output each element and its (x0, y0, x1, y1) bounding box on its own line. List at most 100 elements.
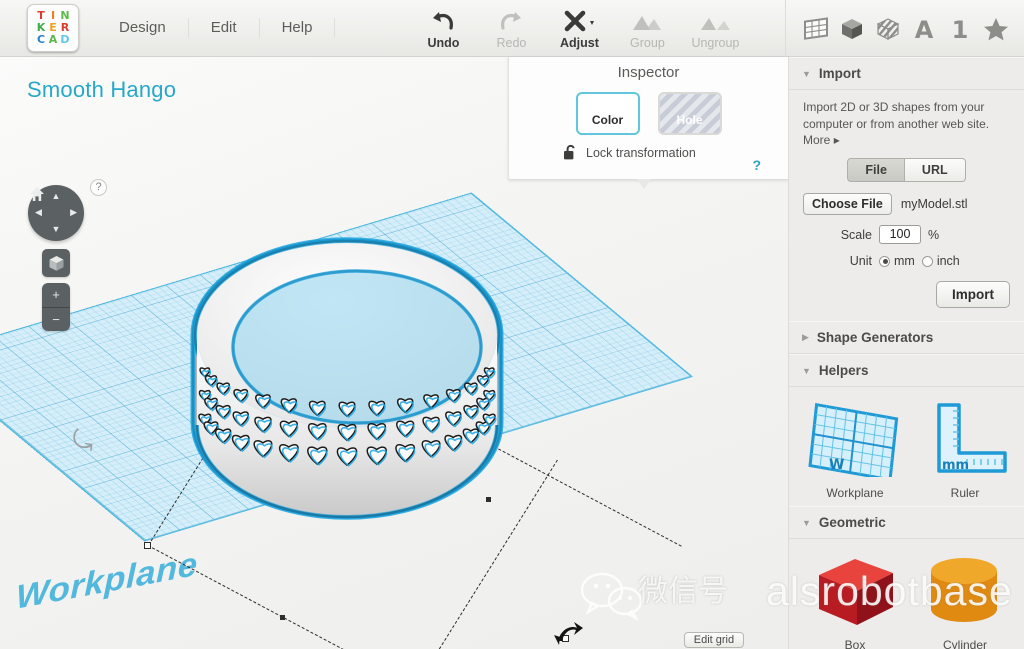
inspector-swatches: Color Hole (509, 92, 788, 135)
top-bar: TINKERCAD Design Edit Help Undo Redo Adjust G… (0, 0, 1024, 57)
section-header-import[interactable]: ▼ Import (789, 57, 1024, 90)
redo-label: Redo (496, 35, 527, 50)
redo-button[interactable]: Redo (477, 7, 545, 50)
number-one-icon[interactable]: 1 (942, 16, 978, 42)
hole-cube-icon[interactable] (870, 16, 906, 42)
helper-tile-ruler[interactable]: mm Ruler (917, 399, 1013, 500)
import-action-row: Import (803, 281, 1010, 308)
star-icon[interactable] (978, 16, 1014, 42)
tinkercad-logo[interactable]: TINKERCAD (27, 4, 79, 52)
tab-file[interactable]: File (847, 158, 905, 182)
menu-design[interactable]: Design (93, 18, 189, 38)
unit-label: Unit (849, 254, 872, 268)
solid-cube-icon[interactable] (834, 16, 870, 42)
hole-swatch-button[interactable]: Hole (657, 92, 722, 135)
import-more-link[interactable]: More ▸ (803, 133, 1010, 147)
section-title-helpers: Helpers (818, 363, 869, 378)
logo-letters: TINKERCAD (35, 10, 71, 46)
scale-label: Scale (840, 227, 872, 242)
section-title-geometric: Geometric (818, 515, 886, 530)
shape-toolbar: A1 (785, 0, 1014, 57)
choose-file-button[interactable]: Choose File (803, 193, 892, 215)
cylinder-tile-icon (931, 558, 997, 622)
chevron-down-icon: ▼ (802, 365, 811, 376)
logo-letter-c-6: C (36, 33, 46, 46)
radio-dot-mm-icon (879, 255, 890, 267)
shape-caption-cylinder: Cylinder (942, 638, 987, 649)
text-a-icon[interactable]: A (906, 16, 942, 42)
undo-button[interactable]: Undo (409, 7, 477, 50)
tab-url[interactable]: URL (904, 158, 966, 182)
unlock-icon (564, 144, 575, 160)
menu-help[interactable]: Help (260, 18, 336, 38)
view-up-arrow-icon[interactable]: ▲ (52, 192, 61, 201)
chevron-right-icon: ▶ (802, 332, 809, 342)
group-icon (630, 7, 664, 33)
shape-caption-box: Box (844, 638, 866, 649)
inspector-pointer (637, 179, 651, 189)
tinkercad-app: TINKERCAD Design Edit Help Undo Redo Adjust G… (0, 0, 1024, 649)
edit-grid-button[interactable]: Edit grid (683, 632, 745, 648)
section-header-geometric[interactable]: ▼ Geometric (789, 506, 1024, 539)
unit-radio-inch[interactable]: inch (921, 254, 960, 268)
view-down-arrow-icon[interactable]: ▼ (52, 225, 61, 234)
grid-controls: Edit grid Snap grid 1.0 ▲▼ (630, 632, 745, 649)
adjust-icon (562, 7, 596, 33)
edit-toolbar: Undo Redo Adjust Group Ungroup (409, 7, 749, 50)
model-heart-bracelet[interactable] (185, 217, 605, 617)
unit-row: Unit mm inch (803, 254, 1010, 268)
shape-tile-box[interactable]: Box (807, 551, 903, 649)
unit-radio-mm[interactable]: mm (879, 254, 915, 268)
fit-view-cube-icon[interactable] (42, 249, 70, 277)
ruler-tile-icon: mm (937, 403, 1007, 473)
right-sidebar: ▼ Import Import 2D or 3D shapes from you… (788, 57, 1024, 649)
lock-transformation-label: Lock transformation (586, 145, 696, 160)
import-button[interactable]: Import (936, 281, 1010, 308)
import-description: Import 2D or 3D shapes from your compute… (803, 100, 990, 131)
page-title[interactable]: Smooth Hango (27, 77, 176, 103)
svg-text:1: 1 (952, 16, 969, 42)
zoom-controls[interactable]: + − (42, 283, 70, 331)
view-right-arrow-icon[interactable]: ▶ (70, 208, 77, 217)
undo-label: Undo (427, 35, 460, 50)
chevron-down-icon: ▼ (802, 68, 811, 79)
chevron-right-icon: ▸ (833, 133, 840, 147)
section-body-import: Import 2D or 3D shapes from your compute… (789, 90, 1024, 321)
box-tile-icon (819, 559, 893, 625)
scale-row: Scale 100 % (803, 225, 1010, 244)
inspector-help-icon[interactable]: ? (752, 157, 761, 173)
undo-icon (430, 7, 456, 33)
scale-input[interactable]: 100 (879, 225, 921, 244)
zoom-out-button[interactable]: − (42, 308, 70, 332)
rotate-right-handle-icon[interactable] (552, 619, 586, 649)
chevron-down-icon: ▼ (802, 517, 811, 528)
ungroup-button[interactable]: Ungroup (681, 7, 749, 50)
ungroup-label: Ungroup (691, 35, 740, 50)
adjust-label: Adjust (559, 35, 599, 50)
helper-caption-ruler: Ruler (950, 486, 980, 500)
adjust-button[interactable]: Adjust (545, 7, 613, 50)
geometric-tiles: Box Cylinder (789, 539, 1024, 649)
menu-edit[interactable]: Edit (189, 18, 260, 38)
group-label: Group (630, 35, 665, 50)
workplane-tile-icon: W (808, 402, 899, 482)
workplane-grid-icon[interactable] (798, 16, 834, 42)
group-button[interactable]: Group (613, 7, 681, 50)
section-header-shape-generators[interactable]: ▶ Shape Generators (789, 321, 1024, 354)
import-source-tabs: File URL (803, 158, 1010, 182)
zoom-in-button[interactable]: + (42, 283, 70, 308)
resize-handle[interactable] (144, 542, 151, 549)
rotate-left-handle-icon[interactable]: ⤿ (70, 424, 96, 459)
section-header-helpers[interactable]: ▼ Helpers (789, 354, 1024, 387)
view-help-icon[interactable]: ? (90, 179, 107, 196)
helper-tile-workplane[interactable]: W Workplane (807, 399, 903, 500)
color-swatch-button[interactable]: Color (575, 92, 640, 135)
shape-tile-cylinder[interactable]: Cylinder (917, 551, 1013, 649)
svg-text:mm: mm (942, 458, 969, 473)
section-title-shape-generators: Shape Generators (816, 330, 934, 345)
svg-text:A: A (915, 16, 934, 42)
view-navigator[interactable]: ▲ ▼ ◀ ▶ (28, 185, 84, 241)
view-left-arrow-icon[interactable]: ◀ (35, 208, 42, 217)
scale-unit: % (928, 227, 940, 242)
home-view-icon[interactable] (28, 185, 46, 203)
